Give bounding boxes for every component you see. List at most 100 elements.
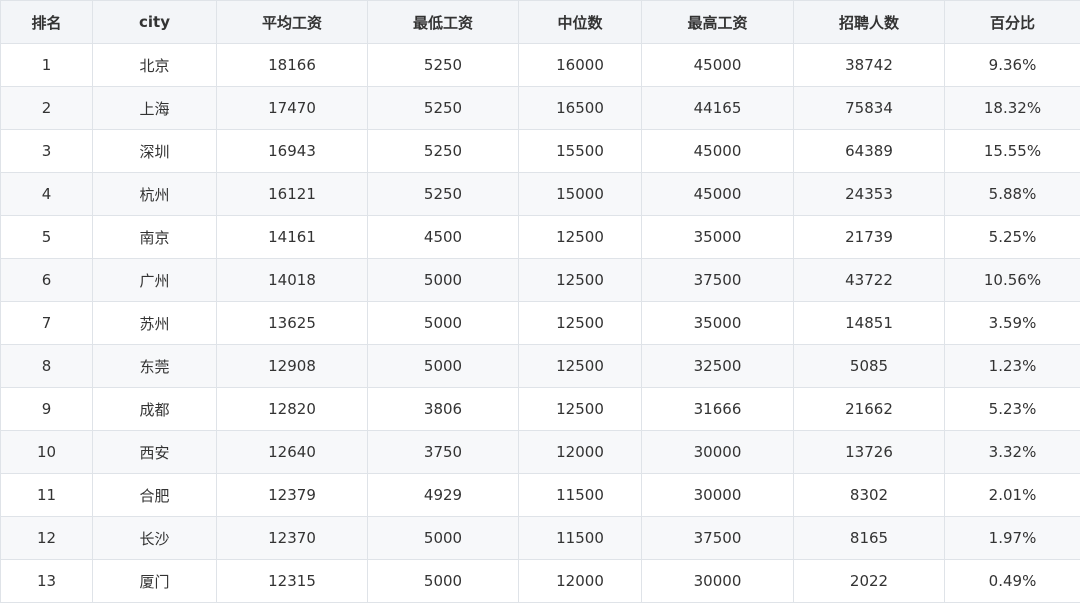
median-cell: 12500: [518, 344, 642, 388]
job-count-cell: 5085: [793, 344, 945, 388]
rank-cell: 9: [0, 387, 93, 431]
min-salary-cell: 4500: [367, 215, 519, 259]
max-salary-cell: 37500: [641, 258, 794, 302]
min-salary-cell: 5000: [367, 344, 519, 388]
job-count-cell: 21739: [793, 215, 945, 259]
table-row: 6 广州 14018 5000 12500 37500 43722 10.56%: [0, 258, 1080, 302]
table-row: 11 合肥 12379 4929 11500 30000 8302 2.01%: [0, 473, 1080, 517]
city-cell: 东莞: [92, 344, 217, 388]
table-header: 排名 city 平均工资 最低工资 中位数 最高工资 招聘人数 百分比: [0, 0, 1080, 44]
job-count-cell: 24353: [793, 172, 945, 216]
max-salary-cell: 45000: [641, 43, 794, 87]
average-salary-cell: 12315: [216, 559, 368, 603]
median-cell: 12500: [518, 258, 642, 302]
percentage-cell: 18.32%: [944, 86, 1080, 130]
min-salary-cell: 5250: [367, 43, 519, 87]
table-row: 10 西安 12640 3750 12000 30000 13726 3.32%: [0, 430, 1080, 474]
city-salary-table: 排名 city 平均工资 最低工资 中位数 最高工资 招聘人数 百分比 1 北京 1…: [0, 0, 1080, 603]
average-salary-cell: 17470: [216, 86, 368, 130]
city-cell: 成都: [92, 387, 217, 431]
average-salary-cell: 16943: [216, 129, 368, 173]
min-salary-cell: 5000: [367, 559, 519, 603]
min-salary-cell: 5000: [367, 258, 519, 302]
percentage-cell: 5.25%: [944, 215, 1080, 259]
header-job-count: 招聘人数: [793, 0, 945, 44]
percentage-cell: 5.23%: [944, 387, 1080, 431]
table-row: 8 东莞 12908 5000 12500 32500 5085 1.23%: [0, 344, 1080, 388]
rank-cell: 2: [0, 86, 93, 130]
table-row: 7 苏州 13625 5000 12500 35000 14851 3.59%: [0, 301, 1080, 345]
rank-cell: 8: [0, 344, 93, 388]
rank-cell: 10: [0, 430, 93, 474]
percentage-cell: 15.55%: [944, 129, 1080, 173]
city-cell: 杭州: [92, 172, 217, 216]
rank-cell: 12: [0, 516, 93, 560]
header-percentage: 百分比: [944, 0, 1080, 44]
table-row: 2 上海 17470 5250 16500 44165 75834 18.32%: [0, 86, 1080, 130]
city-cell: 长沙: [92, 516, 217, 560]
city-cell: 南京: [92, 215, 217, 259]
max-salary-cell: 35000: [641, 215, 794, 259]
rank-cell: 5: [0, 215, 93, 259]
rank-cell: 11: [0, 473, 93, 517]
min-salary-cell: 5250: [367, 172, 519, 216]
average-salary-cell: 14018: [216, 258, 368, 302]
min-salary-cell: 3806: [367, 387, 519, 431]
job-count-cell: 8302: [793, 473, 945, 517]
min-salary-cell: 5250: [367, 129, 519, 173]
rank-cell: 13: [0, 559, 93, 603]
city-cell: 北京: [92, 43, 217, 87]
average-salary-cell: 12370: [216, 516, 368, 560]
percentage-cell: 3.59%: [944, 301, 1080, 345]
job-count-cell: 21662: [793, 387, 945, 431]
job-count-cell: 2022: [793, 559, 945, 603]
table-row: 12 长沙 12370 5000 11500 37500 8165 1.97%: [0, 516, 1080, 560]
job-count-cell: 8165: [793, 516, 945, 560]
table-row: 3 深圳 16943 5250 15500 45000 64389 15.55%: [0, 129, 1080, 173]
min-salary-cell: 5250: [367, 86, 519, 130]
average-salary-cell: 16121: [216, 172, 368, 216]
table-body: 1 北京 18166 5250 16000 45000 38742 9.36% 2 上海 17470…: [0, 43, 1080, 603]
city-cell: 西安: [92, 430, 217, 474]
city-cell: 厦门: [92, 559, 217, 603]
median-cell: 16000: [518, 43, 642, 87]
city-cell: 广州: [92, 258, 217, 302]
max-salary-cell: 45000: [641, 129, 794, 173]
max-salary-cell: 30000: [641, 559, 794, 603]
min-salary-cell: 4929: [367, 473, 519, 517]
min-salary-cell: 5000: [367, 516, 519, 560]
percentage-cell: 3.32%: [944, 430, 1080, 474]
job-count-cell: 14851: [793, 301, 945, 345]
max-salary-cell: 35000: [641, 301, 794, 345]
job-count-cell: 38742: [793, 43, 945, 87]
city-cell: 上海: [92, 86, 217, 130]
median-cell: 12000: [518, 559, 642, 603]
table-row: 4 杭州 16121 5250 15000 45000 24353 5.88%: [0, 172, 1080, 216]
percentage-cell: 9.36%: [944, 43, 1080, 87]
percentage-cell: 2.01%: [944, 473, 1080, 517]
max-salary-cell: 37500: [641, 516, 794, 560]
median-cell: 12500: [518, 387, 642, 431]
max-salary-cell: 30000: [641, 430, 794, 474]
rank-cell: 6: [0, 258, 93, 302]
header-min-salary: 最低工资: [367, 0, 519, 44]
table-row: 13 厦门 12315 5000 12000 30000 2022 0.49%: [0, 559, 1080, 603]
average-salary-cell: 18166: [216, 43, 368, 87]
header-city: city: [92, 0, 217, 44]
percentage-cell: 10.56%: [944, 258, 1080, 302]
average-salary-cell: 12820: [216, 387, 368, 431]
average-salary-cell: 12640: [216, 430, 368, 474]
median-cell: 11500: [518, 516, 642, 560]
max-salary-cell: 31666: [641, 387, 794, 431]
rank-cell: 7: [0, 301, 93, 345]
median-cell: 15000: [518, 172, 642, 216]
min-salary-cell: 5000: [367, 301, 519, 345]
median-cell: 12500: [518, 215, 642, 259]
max-salary-cell: 44165: [641, 86, 794, 130]
table-row: 5 南京 14161 4500 12500 35000 21739 5.25%: [0, 215, 1080, 259]
job-count-cell: 75834: [793, 86, 945, 130]
city-cell: 合肥: [92, 473, 217, 517]
job-count-cell: 13726: [793, 430, 945, 474]
median-cell: 12000: [518, 430, 642, 474]
header-average-salary: 平均工资: [216, 0, 368, 44]
